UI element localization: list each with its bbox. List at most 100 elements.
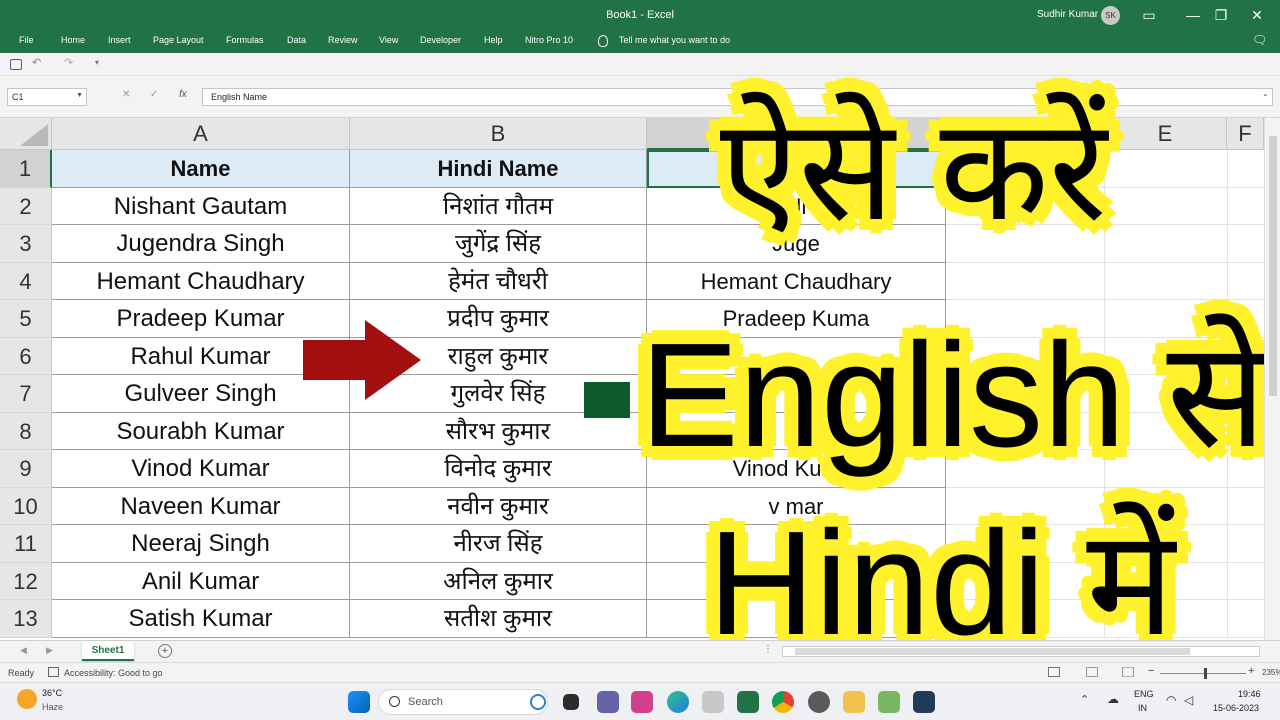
row-header-5[interactable]: 5 — [0, 300, 52, 338]
ribbon-display-icon[interactable]: ▭ — [1136, 4, 1162, 26]
tab-page-layout[interactable]: Page Layout — [153, 35, 204, 45]
table-cell[interactable]: Hemant Chaudhary — [647, 262, 946, 300]
table-cell[interactable]: हेमंत चौधरी — [350, 262, 647, 300]
table-cell[interactable]: Nishant Gautam — [52, 187, 350, 225]
table-cell[interactable]: निशांत गौतम — [350, 187, 647, 225]
excel-taskbar-icon[interactable] — [737, 691, 759, 713]
file-explorer-icon[interactable] — [843, 691, 865, 713]
table-cell[interactable]: विनोद कुमार — [350, 450, 647, 488]
volume-icon[interactable]: ◁ — [1184, 693, 1193, 707]
column-header-b[interactable]: B — [350, 118, 647, 150]
chrome-icon[interactable] — [772, 691, 794, 713]
wifi-icon[interactable]: ◠ — [1166, 693, 1176, 707]
table-cell[interactable]: नवीन कुमार — [350, 487, 647, 525]
normal-view-icon[interactable] — [1048, 667, 1060, 677]
app-icon[interactable] — [878, 691, 900, 713]
cloud-icon[interactable]: ☁ — [1107, 692, 1119, 706]
row-header-7[interactable]: 7 — [0, 375, 52, 413]
bing-icon[interactable] — [530, 694, 546, 710]
undo-icon[interactable]: ↶ — [32, 56, 44, 69]
next-sheet-icon[interactable]: ▶ — [46, 645, 53, 656]
table-cell[interactable]: अनिल कुमार — [350, 562, 647, 600]
task-view-icon[interactable] — [563, 694, 579, 710]
minimize-icon[interactable]: — — [1180, 4, 1206, 26]
table-cell[interactable]: Anil Kumar — [52, 562, 350, 600]
edge-icon[interactable] — [667, 691, 689, 713]
clock-date[interactable]: 15-06-2023 — [1213, 703, 1259, 713]
weather-temp[interactable]: 36°C — [42, 688, 62, 698]
table-cell[interactable]: सौरभ कुमार — [350, 412, 647, 450]
store-icon[interactable] — [702, 691, 724, 713]
row-header-13[interactable]: 13 — [0, 600, 52, 638]
confirm-entry-icon[interactable]: ✓ — [150, 89, 158, 100]
app-icon-2[interactable] — [913, 691, 935, 713]
cancel-entry-icon[interactable]: ✕ — [122, 89, 130, 100]
tab-help[interactable]: Help — [484, 35, 503, 45]
row-header-11[interactable]: 11 — [0, 525, 52, 563]
row-header-12[interactable]: 12 — [0, 562, 52, 600]
sheet-tab-sheet1[interactable]: Sheet1 — [82, 641, 134, 661]
page-layout-view-icon[interactable] — [1086, 667, 1098, 677]
table-cell[interactable]: Vinod Kumar — [52, 450, 350, 488]
tab-insert[interactable]: Insert — [108, 35, 131, 45]
prev-sheet-icon[interactable]: ◀ — [20, 645, 27, 656]
zoom-out-icon[interactable]: − — [1148, 665, 1154, 677]
table-cell[interactable]: सतीश कुमार — [350, 600, 647, 638]
weather-status[interactable]: Haze — [42, 702, 63, 712]
column-header-f[interactable]: F — [1227, 118, 1264, 150]
page-break-view-icon[interactable] — [1122, 667, 1134, 677]
tab-review[interactable]: Review — [328, 35, 358, 45]
teams-icon[interactable] — [597, 691, 619, 713]
chrome-profile-icon[interactable] — [808, 691, 830, 713]
select-all-corner[interactable] — [0, 118, 52, 150]
tab-developer[interactable]: Developer — [420, 35, 461, 45]
horizontal-scrollbar[interactable] — [782, 646, 1260, 657]
row-header-8[interactable]: 8 — [0, 412, 52, 450]
table-cell[interactable]: नीरज सिंह — [350, 525, 647, 563]
expand-formula-icon[interactable]: ⌄ — [1262, 89, 1269, 98]
row-header-9[interactable]: 9 — [0, 450, 52, 488]
row-header-1[interactable]: 1 — [0, 150, 52, 188]
column-header-e[interactable]: E — [1104, 118, 1227, 150]
header-cell[interactable]: Hindi Name — [350, 150, 647, 188]
language-code[interactable]: ENG — [1134, 689, 1154, 699]
column-header-a[interactable]: A — [52, 118, 350, 150]
zoom-in-icon[interactable]: + — [1248, 665, 1254, 677]
horizontal-scroll-thumb[interactable] — [795, 648, 1190, 655]
save-icon[interactable] — [10, 59, 22, 70]
row-header-6[interactable]: 6 — [0, 337, 52, 375]
name-box[interactable]: C1 ▼ — [7, 88, 87, 106]
clock-time[interactable]: 19:46 — [1238, 689, 1261, 699]
tab-view[interactable]: View — [379, 35, 398, 45]
table-cell[interactable]: Sourabh Kumar — [52, 412, 350, 450]
table-cell[interactable]: Satish Kumar — [52, 600, 350, 638]
table-cell[interactable]: Jugendra Singh — [52, 225, 350, 263]
vertical-scrollbar[interactable] — [1264, 118, 1280, 640]
table-cell[interactable]: Naveen Kumar — [52, 487, 350, 525]
vertical-scroll-thumb[interactable] — [1269, 136, 1277, 396]
row-header-2[interactable]: 2 — [0, 187, 52, 225]
row-header-4[interactable]: 4 — [0, 262, 52, 300]
taskbar-search[interactable]: Search — [378, 689, 548, 715]
table-cell[interactable]: Neeraj Singh — [52, 525, 350, 563]
tab-home[interactable]: Home — [61, 35, 85, 45]
tab-data[interactable]: Data — [287, 35, 306, 45]
user-name[interactable]: Sudhir Kumar — [1037, 9, 1098, 20]
snipping-icon[interactable] — [631, 691, 653, 713]
close-icon[interactable]: ✕ — [1244, 4, 1270, 26]
tab-nitro[interactable]: Nitro Pro 10 — [525, 35, 573, 45]
accessibility-icon[interactable] — [48, 667, 59, 677]
comments-icon[interactable]: 🗨 — [1252, 33, 1267, 47]
table-cell[interactable]: जुगेंद्र सिंह — [350, 225, 647, 263]
row-header-3[interactable]: 3 — [0, 225, 52, 263]
split-handle-icon[interactable]: ⋮ — [763, 644, 773, 655]
chevron-up-icon[interactable]: ⌃ — [1080, 693, 1089, 706]
weather-icon[interactable] — [17, 689, 37, 709]
tab-formulas[interactable]: Formulas — [226, 35, 264, 45]
redo-icon[interactable]: ↷ — [64, 56, 76, 69]
language-region[interactable]: IN — [1138, 703, 1147, 713]
zoom-slider[interactable] — [1160, 673, 1246, 674]
zoom-slider-thumb[interactable] — [1204, 668, 1207, 679]
tab-file[interactable]: File — [19, 35, 34, 45]
table-cell[interactable]: Hemant Chaudhary — [52, 262, 350, 300]
